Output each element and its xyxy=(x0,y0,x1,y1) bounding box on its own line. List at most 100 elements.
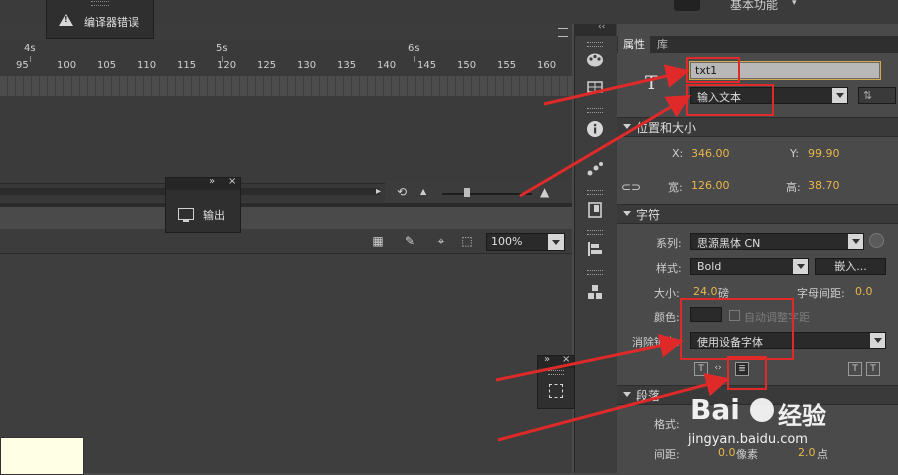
y-label: Y: xyxy=(790,147,799,160)
chevron-down-icon[interactable] xyxy=(848,234,863,249)
frame-number: 150 xyxy=(457,60,477,71)
output-monitor-icon xyxy=(178,208,194,222)
frame-number: 160 xyxy=(537,60,557,71)
font-style-select[interactable]: Bold xyxy=(690,258,809,275)
font-family-value: 思源黑体 CN xyxy=(697,237,761,250)
library-book-icon[interactable] xyxy=(586,201,604,219)
chevron-down-icon[interactable] xyxy=(832,88,847,103)
panel-menu-icon[interactable] xyxy=(558,28,568,37)
chevron-down-icon[interactable] xyxy=(548,234,564,250)
section-title: 位置和大小 xyxy=(636,121,697,135)
chevron-down-icon[interactable]: ▾ xyxy=(792,0,797,8)
annotation-box-instance-name xyxy=(686,57,740,83)
panel-grip[interactable] xyxy=(91,1,109,6)
height-label: 高: xyxy=(786,181,801,194)
output-panel[interactable]: » × 输出 xyxy=(165,176,241,233)
reset-zoom-icon[interactable]: ⟲ xyxy=(397,185,407,199)
clip-frame-icon[interactable]: ⬚ xyxy=(459,234,475,248)
section-title: 字符 xyxy=(636,208,661,222)
chevron-down-icon[interactable] xyxy=(793,259,808,274)
annotation-box-antialias xyxy=(680,298,794,360)
compiler-errors-tab[interactable]: 编译器错误 xyxy=(46,0,154,39)
height-value[interactable]: 38.70 xyxy=(808,179,840,192)
annotation-box-border-toggle xyxy=(727,356,767,390)
section-character[interactable]: 字符 xyxy=(617,204,898,224)
output-panel-header[interactable]: » × xyxy=(166,176,240,190)
selectable-text-icon[interactable]: T xyxy=(694,362,708,376)
zoom-slider-track[interactable] xyxy=(442,193,532,195)
indent-value[interactable]: 0.0 xyxy=(718,446,736,459)
zoom-out-icon[interactable]: ▲ xyxy=(420,187,426,196)
collapse-icon[interactable]: ‹‹ xyxy=(598,22,605,32)
size-value[interactable]: 24.0 xyxy=(693,285,718,298)
stage-area[interactable] xyxy=(0,254,572,473)
info-icon[interactable] xyxy=(586,120,604,138)
frame-number: 95 xyxy=(16,60,29,71)
frame-number: 100 xyxy=(57,60,77,71)
style-label: 样式: xyxy=(656,262,682,275)
stage-canvas[interactable] xyxy=(0,437,84,475)
panel-grip[interactable] xyxy=(587,190,603,195)
zoom-in-icon[interactable]: ▲ xyxy=(540,185,549,199)
font-family-select[interactable]: 思源黑体 CN xyxy=(690,233,864,250)
components-icon[interactable] xyxy=(586,284,604,302)
clapper-icon[interactable]: ▦ xyxy=(370,234,386,248)
timeline-layers-area[interactable] xyxy=(0,96,572,180)
panel-grip[interactable] xyxy=(587,108,603,113)
frame-cells-row[interactable] xyxy=(0,76,572,96)
x-value[interactable]: 346.00 xyxy=(691,147,730,160)
transform-panel-header[interactable]: » × xyxy=(538,354,574,368)
embed-button[interactable]: 嵌入... xyxy=(815,258,886,275)
size-label: 大小: xyxy=(654,287,680,300)
paw-logo-icon xyxy=(750,398,774,422)
tab-library[interactable]: 库 xyxy=(652,36,673,53)
swatches-icon[interactable] xyxy=(586,78,604,96)
panel-grip[interactable] xyxy=(548,370,564,375)
collapse-arrow-icon[interactable] xyxy=(623,211,631,216)
collapse-icon[interactable]: » xyxy=(209,176,215,187)
html-render-icon[interactable]: ‹› xyxy=(712,362,724,374)
transform-panel[interactable]: » × xyxy=(537,354,575,409)
orientation-select[interactable]: ⇅ xyxy=(858,87,896,104)
section-position-size[interactable]: 位置和大小 xyxy=(617,117,898,137)
close-icon[interactable]: × xyxy=(562,354,570,365)
workspace-gear-icon[interactable] xyxy=(674,0,700,11)
subscript-icon[interactable]: T xyxy=(866,362,880,376)
transform-icon[interactable] xyxy=(549,384,563,398)
globe-icon[interactable] xyxy=(869,233,884,248)
motion-presets-icon[interactable] xyxy=(586,160,604,178)
close-icon[interactable]: × xyxy=(228,176,236,187)
frame-number: 145 xyxy=(417,60,437,71)
crosshair-icon[interactable]: ⌖ xyxy=(433,234,449,248)
width-value[interactable]: 126.00 xyxy=(691,179,730,192)
workspace-switcher[interactable]: 基本功能 xyxy=(730,0,778,13)
letter-spacing-value[interactable]: 0.0 xyxy=(855,285,873,298)
panel-grip[interactable] xyxy=(587,230,603,235)
frame-number: 115 xyxy=(177,60,197,71)
color-palette-icon[interactable] xyxy=(586,51,604,69)
align-icon[interactable] xyxy=(586,240,604,258)
zoom-slider-handle[interactable] xyxy=(464,188,470,197)
panel-divider[interactable] xyxy=(0,203,572,207)
pen-tool-icon[interactable]: ✎ xyxy=(402,234,418,248)
collapse-icon[interactable]: » xyxy=(544,354,550,365)
collapse-arrow-icon[interactable] xyxy=(623,124,631,129)
panel-grip[interactable] xyxy=(587,42,603,47)
superscript-icon[interactable]: T xyxy=(848,362,862,376)
dock-header[interactable] xyxy=(574,24,616,36)
line-spacing-value[interactable]: 2.0 xyxy=(798,446,816,459)
tab-properties[interactable]: 属性 xyxy=(618,36,650,53)
scroll-right-icon[interactable]: ▸ xyxy=(376,186,381,197)
chevron-down-icon[interactable] xyxy=(870,333,885,348)
y-value[interactable]: 99.90 xyxy=(808,147,840,160)
collapse-arrow-icon[interactable] xyxy=(623,392,631,397)
frame-number: 120 xyxy=(217,60,237,71)
ruler-tick xyxy=(222,56,223,62)
timeline-ruler[interactable]: 4s 5s 6s 95 100 105 110 115 120 125 130 … xyxy=(0,40,572,76)
indent-unit: 像素 xyxy=(736,448,758,461)
frame-number: 135 xyxy=(337,60,357,71)
frame-number: 130 xyxy=(297,60,317,71)
link-icon[interactable]: ⊂⊃ xyxy=(621,180,641,194)
panel-grip[interactable] xyxy=(587,270,603,275)
stage-zoom-select[interactable]: 100% xyxy=(486,233,565,251)
